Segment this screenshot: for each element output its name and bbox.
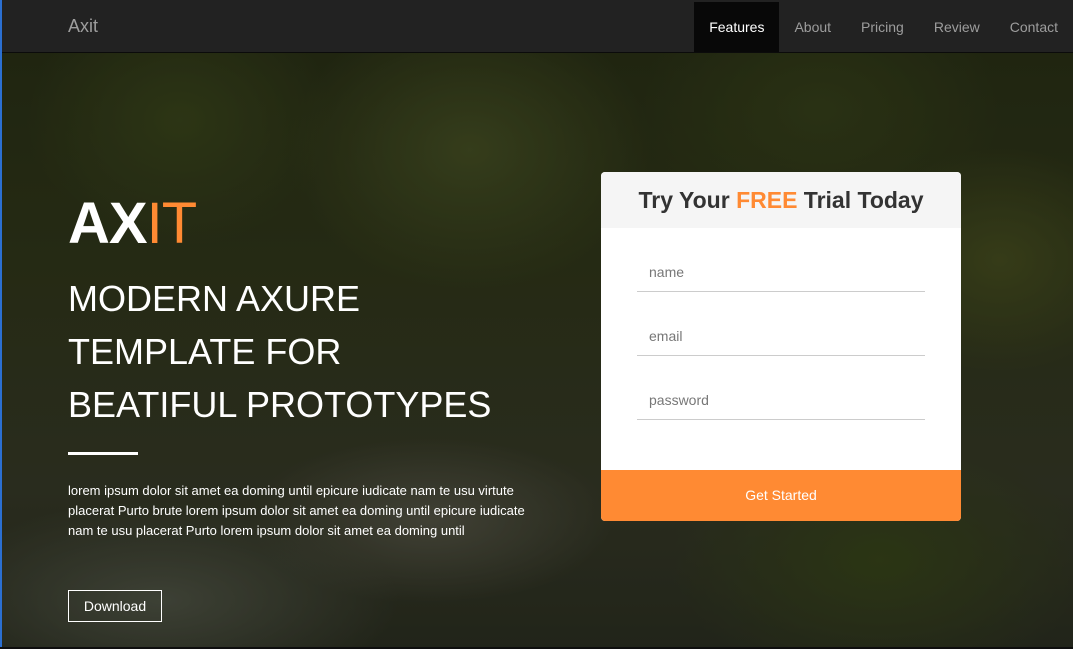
nav-item-features[interactable]: Features [694, 2, 780, 52]
nav-item-review[interactable]: Review [919, 2, 995, 52]
title-prefix: Try Your [638, 187, 737, 213]
title-suffix: Trial Today [797, 187, 924, 213]
name-input[interactable] [637, 257, 931, 287]
nav-item-pricing[interactable]: Pricing [846, 2, 919, 52]
download-button[interactable]: Download [68, 590, 162, 622]
name-field [637, 257, 931, 292]
hero-divider [68, 452, 138, 455]
email-input[interactable] [637, 321, 931, 351]
logo-white-part: AX [68, 191, 148, 256]
nav-menu: Features About Pricing Review Contact [694, 2, 1073, 52]
headline-line: MODERN AXURE [68, 278, 361, 319]
get-started-button[interactable]: Get Started [601, 470, 961, 521]
trial-card-title: Try Your FREE Trial Today [601, 172, 961, 228]
brand-link[interactable]: Axit [68, 16, 98, 37]
nav-item-contact[interactable]: Contact [995, 2, 1073, 52]
headline-line: TEMPLATE FOR [68, 331, 342, 372]
password-input[interactable] [637, 385, 931, 415]
hero-headline: MODERN AXURE TEMPLATE FOR BEATIFUL PROTO… [68, 272, 548, 431]
password-field [637, 385, 931, 420]
hero-description: lorem ipsum dolor sit amet ea doming unt… [68, 483, 525, 538]
nav-item-about[interactable]: About [779, 2, 846, 52]
logo-orange-part: IT [146, 191, 198, 256]
navbar: Axit Features About Pricing Review Conta… [0, 0, 1073, 53]
email-field [637, 321, 931, 356]
window-left-border [0, 0, 2, 649]
hero-logo: AXIT [68, 191, 198, 256]
title-highlight: FREE [736, 187, 798, 213]
trial-signup-card: Try Your FREE Trial Today Get Started [601, 172, 961, 521]
headline-line: BEATIFUL PROTOTYPES [68, 384, 492, 425]
